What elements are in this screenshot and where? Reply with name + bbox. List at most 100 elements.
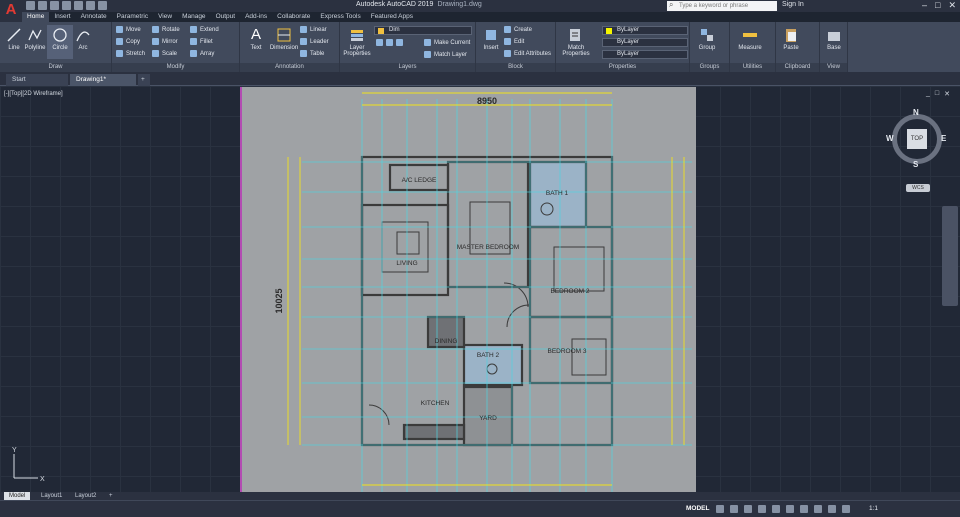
- add-layout-button[interactable]: +: [104, 492, 118, 500]
- copy-button[interactable]: Copy: [116, 37, 140, 47]
- base-button[interactable]: Base: [821, 25, 847, 59]
- block-panel-title[interactable]: Block: [476, 63, 555, 72]
- match-properties-button[interactable]: Match Properties: [560, 25, 592, 59]
- tab-collaborate[interactable]: Collaborate: [272, 12, 315, 22]
- layout2-tab[interactable]: Layout2: [70, 492, 101, 500]
- plot-icon[interactable]: [74, 1, 83, 10]
- view-panel-title[interactable]: View: [820, 63, 847, 72]
- paste-button[interactable]: Paste: [778, 25, 804, 59]
- tab-annotate[interactable]: Annotate: [76, 12, 112, 22]
- table-button[interactable]: Table: [300, 49, 324, 59]
- new-icon[interactable]: [26, 1, 35, 10]
- layout1-tab[interactable]: Layout1: [36, 492, 67, 500]
- osnap-icon[interactable]: [772, 505, 780, 513]
- application-menu-button[interactable]: A: [0, 0, 22, 22]
- redo-icon[interactable]: [98, 1, 107, 10]
- clipboard-panel-title[interactable]: Clipboard: [776, 63, 819, 72]
- insert-button[interactable]: Insert: [478, 25, 504, 59]
- compass-south[interactable]: S: [913, 160, 918, 169]
- utilities-panel-title[interactable]: Utilities: [730, 63, 775, 72]
- sign-in-button[interactable]: Sign In: [782, 1, 804, 8]
- save-as-icon[interactable]: [62, 1, 71, 10]
- properties-panel-title[interactable]: Properties: [556, 63, 689, 72]
- lineweight-dropdown[interactable]: ByLayer: [602, 50, 688, 59]
- annotation-scale[interactable]: 1:1: [869, 505, 878, 512]
- ortho-icon[interactable]: [744, 505, 752, 513]
- tab-parametric[interactable]: Parametric: [112, 12, 153, 22]
- draw-panel-title[interactable]: Draw: [0, 63, 111, 72]
- linetype-dropdown[interactable]: ByLayer: [602, 38, 688, 47]
- viewcube-top-face[interactable]: TOP: [907, 129, 927, 149]
- array-button[interactable]: Array: [190, 49, 214, 59]
- create-block-button[interactable]: Create: [504, 25, 532, 35]
- grid-icon[interactable]: [716, 505, 724, 513]
- otrack-icon[interactable]: [786, 505, 794, 513]
- text-button[interactable]: A Text: [243, 25, 269, 59]
- navigation-bar[interactable]: [942, 206, 958, 306]
- fillet-button[interactable]: Fillet: [190, 37, 213, 47]
- measure-button[interactable]: Measure: [734, 25, 766, 59]
- polyline-button[interactable]: Polyline: [21, 25, 49, 59]
- modify-panel-title[interactable]: Modify: [112, 63, 239, 72]
- annotation-panel-title[interactable]: Annotation: [240, 63, 339, 72]
- group-button[interactable]: Group: [694, 25, 720, 59]
- drawing-tab[interactable]: Drawing1*: [70, 74, 136, 86]
- compass-north[interactable]: N: [913, 108, 919, 117]
- copy-icon: [116, 37, 123, 45]
- layers-panel-title[interactable]: Layers: [340, 63, 475, 72]
- open-icon[interactable]: [38, 1, 47, 10]
- match-layer-button[interactable]: Match Layer: [424, 50, 467, 60]
- start-tab[interactable]: Start: [6, 74, 68, 86]
- snap-icon[interactable]: [730, 505, 738, 513]
- layer-dropdown[interactable]: Dim: [374, 26, 472, 35]
- selection-cycling-icon[interactable]: [814, 505, 822, 513]
- layer-state-icons[interactable]: [376, 38, 406, 48]
- close-icon[interactable]: ✕: [948, 0, 956, 11]
- compass-east[interactable]: E: [941, 134, 946, 143]
- wcs-menu[interactable]: WCS: [906, 184, 930, 192]
- arc-button[interactable]: Arc: [70, 25, 96, 59]
- tab-insert[interactable]: Insert: [49, 12, 75, 22]
- drawing-viewport[interactable]: [-][Top][2D Wireframe] _ □ ✕ 8950 10025 …: [0, 86, 960, 492]
- move-button[interactable]: Move: [116, 25, 141, 35]
- search-input[interactable]: Type a keyword or phrase: [667, 0, 777, 11]
- polar-icon[interactable]: [758, 505, 766, 513]
- color-dropdown[interactable]: ByLayer: [602, 26, 688, 35]
- tab-view[interactable]: View: [153, 12, 177, 22]
- viewport-label[interactable]: [-][Top][2D Wireframe]: [4, 91, 63, 97]
- extend-button[interactable]: Extend: [190, 25, 219, 35]
- viewcube[interactable]: TOP N S E W: [886, 108, 948, 170]
- scale-button[interactable]: Scale: [152, 49, 177, 59]
- model-tab[interactable]: Model: [4, 492, 31, 500]
- autoscale-icon[interactable]: [842, 505, 850, 513]
- viewport-maximize-icon[interactable]: □: [935, 90, 939, 98]
- viewport-minimize-icon[interactable]: _: [926, 90, 930, 98]
- tab-add-ins[interactable]: Add-ins: [240, 12, 272, 22]
- lineweight-icon[interactable]: [800, 505, 808, 513]
- rotate-button[interactable]: Rotate: [152, 25, 180, 35]
- undo-icon[interactable]: [86, 1, 95, 10]
- linear-button[interactable]: Linear: [300, 25, 327, 35]
- edit-block-button[interactable]: Edit: [504, 37, 524, 47]
- tab-output[interactable]: Output: [211, 12, 241, 22]
- tab-manage[interactable]: Manage: [177, 12, 211, 22]
- stretch-button[interactable]: Stretch: [116, 49, 145, 59]
- save-icon[interactable]: [50, 1, 59, 10]
- make-current-button[interactable]: Make Current: [424, 38, 470, 48]
- annotation-visibility-icon[interactable]: [828, 505, 836, 513]
- minimize-icon[interactable]: –: [922, 0, 927, 11]
- edit-attributes-button[interactable]: Edit Attributes: [504, 49, 551, 59]
- layer-properties-button[interactable]: Layer Properties: [342, 25, 372, 59]
- mirror-button[interactable]: Mirror: [152, 37, 178, 47]
- new-tab-button[interactable]: +: [138, 74, 150, 86]
- groups-panel-title[interactable]: Groups: [690, 63, 729, 72]
- tab-express-tools[interactable]: Express Tools: [315, 12, 365, 22]
- tab-home[interactable]: Home: [22, 12, 50, 22]
- viewport-close-icon[interactable]: ✕: [944, 90, 950, 98]
- maximize-icon[interactable]: □: [935, 0, 940, 11]
- dimension-button[interactable]: Dimension: [268, 25, 300, 59]
- leader-button[interactable]: Leader: [300, 37, 329, 47]
- tab-featured-apps[interactable]: Featured Apps: [366, 12, 418, 22]
- model-space-button[interactable]: MODEL: [686, 505, 709, 512]
- compass-west[interactable]: W: [886, 134, 894, 143]
